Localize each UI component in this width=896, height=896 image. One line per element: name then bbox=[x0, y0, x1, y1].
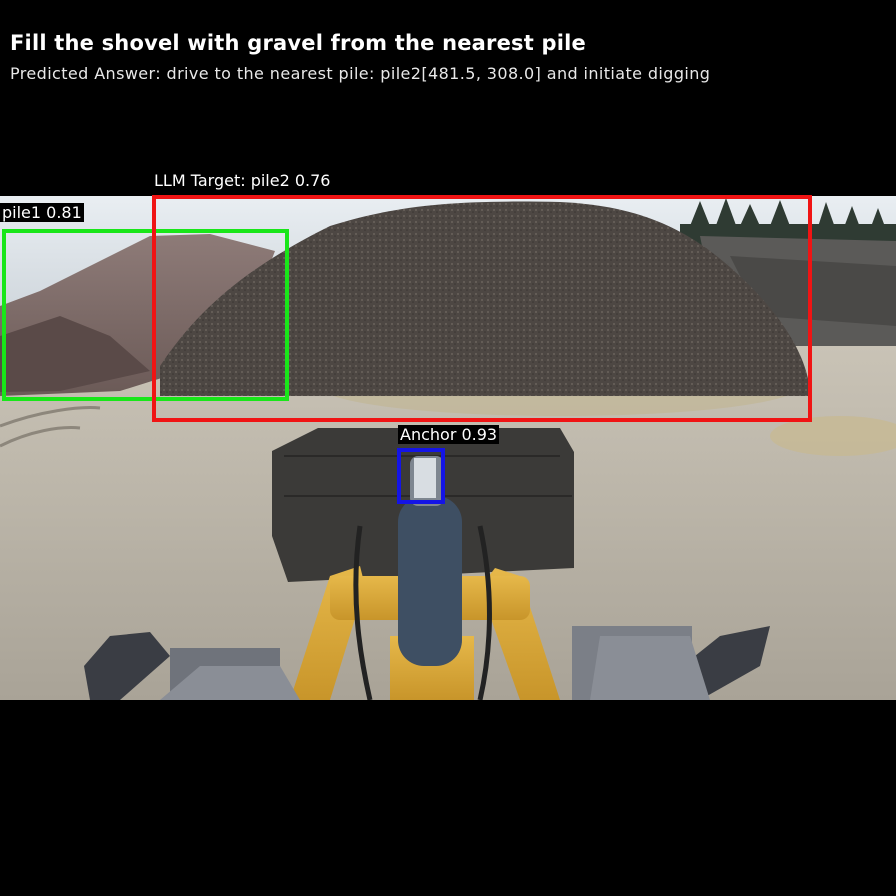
anchor-bounding-box bbox=[397, 448, 445, 504]
pile2-target-label: LLM Target: pile2 0.76 bbox=[154, 171, 331, 190]
anchor-label: Anchor 0.93 bbox=[398, 425, 500, 444]
pile1-label: pile1 0.81 bbox=[0, 203, 84, 222]
hydraulic-cylinder bbox=[398, 496, 462, 666]
pile2-target-bounding-box bbox=[152, 195, 812, 422]
predicted-answer: Predicted Answer: drive to the nearest p… bbox=[10, 64, 711, 83]
task-title: Fill the shovel with gravel from the nea… bbox=[10, 31, 586, 55]
